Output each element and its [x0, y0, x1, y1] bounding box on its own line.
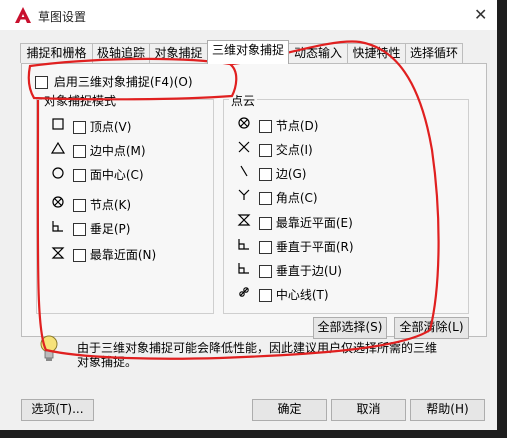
pc-node-label: 节点(D) — [275, 119, 319, 133]
square-icon — [52, 118, 64, 130]
options-button[interactable]: 选项(T)... — [21, 399, 94, 421]
snap-vertex-label: 顶点(V) — [89, 120, 132, 134]
pc-node-checkbox[interactable]: 节点(D) — [259, 117, 318, 134]
checkbox-box[interactable] — [259, 289, 272, 302]
nearest-icon — [51, 247, 65, 259]
snap-knot-checkbox[interactable]: 节点(K) — [73, 196, 131, 213]
pc-perp-edge-label: 垂直于边(U) — [275, 264, 342, 278]
checkbox-box[interactable] — [73, 169, 86, 182]
enable-3d-snap-checkbox[interactable]: 启用三维对象捕捉(F4)(O) — [35, 73, 193, 90]
pc-corner-label: 角点(C) — [275, 191, 318, 205]
help-button[interactable]: 帮助(H) — [410, 399, 485, 421]
intersection-icon — [238, 141, 250, 153]
pc-intersection-label: 交点(I) — [275, 143, 313, 157]
pc-perp-plane-label: 垂直于平面(R) — [275, 240, 354, 254]
snap-face-center-label: 面中心(C) — [89, 168, 144, 182]
checkbox-box[interactable] — [259, 120, 272, 133]
pc-perp-edge-checkbox[interactable]: 垂直于边(U) — [259, 262, 342, 279]
edge-icon — [240, 165, 248, 177]
ok-button[interactable]: 确定 — [252, 399, 327, 421]
checkbox-box[interactable] — [73, 249, 86, 262]
snap-perpendicular-checkbox[interactable]: 垂足(P) — [73, 220, 130, 237]
triangle-icon — [51, 141, 65, 154]
snap-perpendicular-label: 垂足(P) — [89, 222, 131, 236]
point-cloud-label: 点云 — [229, 92, 258, 109]
pc-nearest-plane-checkbox[interactable]: 最靠近平面(E) — [259, 214, 353, 231]
checkbox-box[interactable] — [259, 192, 272, 205]
centerline-icon — [239, 287, 249, 297]
checkbox-box[interactable] — [73, 199, 86, 212]
enable-3d-snap-label: 启用三维对象捕捉(F4)(O) — [53, 75, 193, 89]
circle-icon — [52, 167, 64, 179]
snap-face-center-checkbox[interactable]: 面中心(C) — [73, 166, 144, 183]
checkbox-box[interactable] — [35, 76, 48, 89]
tab-snap-grid[interactable]: 捕捉和栅格 — [20, 43, 93, 63]
object-snap-modes-label: 对象捕捉模式 — [42, 92, 119, 109]
checkbox-box[interactable] — [73, 223, 86, 236]
tab-object-snap[interactable]: 对象捕捉 — [149, 43, 208, 63]
pc-centerline-label: 中心线(T) — [275, 288, 329, 302]
tab-3d-object-snap[interactable]: 三维对象捕捉 — [207, 40, 289, 64]
corner-icon — [238, 189, 250, 200]
pc-corner-checkbox[interactable]: 角点(C) — [259, 189, 318, 206]
snap-nearest-face-checkbox[interactable]: 最靠近面(N) — [73, 246, 156, 263]
tab-polar-tracking[interactable]: 极轴追踪 — [92, 43, 150, 63]
pc-edge-label: 边(G) — [275, 167, 307, 181]
perpendicular-plane-icon — [238, 239, 249, 250]
nearest-plane-icon — [237, 214, 251, 226]
node-icon — [52, 196, 64, 208]
snap-knot-label: 节点(K) — [89, 198, 132, 212]
autocad-logo-icon — [15, 7, 31, 23]
drafting-settings-dialog: 草图设置 ✕ 捕捉和栅格 极轴追踪 对象捕捉 三维对象捕捉 动态输入 快捷特性 … — [0, 0, 497, 430]
window-title: 草图设置 — [38, 10, 87, 24]
tab-quick-properties[interactable]: 快捷特性 — [347, 43, 406, 63]
checkbox-box[interactable] — [259, 241, 272, 254]
node-icon — [238, 117, 250, 129]
pc-nearest-plane-label: 最靠近平面(E) — [275, 216, 353, 230]
perpendicular-edge-icon — [238, 263, 249, 274]
snap-nearest-face-label: 最靠近面(N) — [89, 248, 157, 262]
pc-perp-plane-checkbox[interactable]: 垂直于平面(R) — [259, 238, 354, 255]
checkbox-box[interactable] — [259, 144, 272, 157]
perpendicular-icon — [52, 221, 63, 232]
performance-note: 由于三维对象捕捉可能会降低性能，因此建议用户仅选择所需的三维对象捕捉。 — [77, 341, 438, 369]
title-bar: 草图设置 ✕ — [0, 0, 497, 30]
cancel-button[interactable]: 取消 — [331, 399, 406, 421]
lightbulb-icon — [40, 335, 58, 361]
select-all-button[interactable]: 全部选择(S) — [313, 317, 387, 339]
pc-edge-checkbox[interactable]: 边(G) — [259, 165, 307, 182]
background-edge — [497, 0, 507, 438]
checkbox-box[interactable] — [73, 121, 86, 134]
snap-edge-midpoint-checkbox[interactable]: 边中点(M) — [73, 142, 146, 159]
pc-intersection-checkbox[interactable]: 交点(I) — [259, 141, 313, 158]
tab-dynamic-input[interactable]: 动态输入 — [288, 43, 348, 63]
checkbox-box[interactable] — [259, 265, 272, 278]
checkbox-box[interactable] — [73, 145, 86, 158]
checkbox-box[interactable] — [259, 168, 272, 181]
snap-vertex-checkbox[interactable]: 顶点(V) — [73, 118, 131, 135]
clear-all-button[interactable]: 全部清除(L) — [394, 317, 469, 339]
tab-selection-cycling[interactable]: 选择循环 — [405, 43, 463, 63]
snap-edge-midpoint-label: 边中点(M) — [89, 144, 146, 158]
checkbox-box[interactable] — [259, 217, 272, 230]
pc-centerline-checkbox[interactable]: 中心线(T) — [259, 286, 329, 303]
close-icon[interactable]: ✕ — [474, 6, 487, 24]
